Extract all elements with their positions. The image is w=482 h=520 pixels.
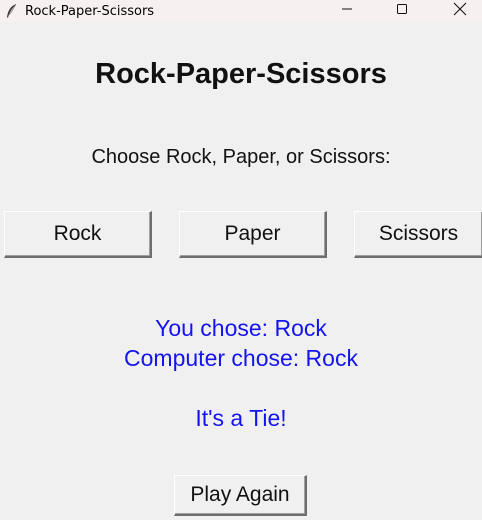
close-icon [453,2,467,21]
maximize-icon [396,2,408,20]
page-title: Rock-Paper-Scissors [95,58,387,90]
rock-button[interactable]: Rock [4,211,152,258]
close-button[interactable] [438,0,482,22]
window-title: Rock-Paper-Scissors [25,3,155,19]
paper-button[interactable]: Paper [179,211,327,258]
user-choice-text: You chose: Rock [155,315,327,341]
maximize-button[interactable] [380,0,424,22]
feather-icon [5,3,19,19]
choice-prompt: Choose Rock, Paper, or Scissors: [91,146,391,168]
minimize-button[interactable] [325,0,369,22]
play-again-button[interactable]: Play Again [174,475,307,516]
minimize-icon [341,2,353,20]
title-bar[interactable]: Rock-Paper-Scissors [0,0,482,22]
scissors-button[interactable]: Scissors [354,211,482,258]
outcome-text: It's a Tie! [195,405,287,431]
computer-choice-text: Computer chose: Rock [124,345,358,371]
